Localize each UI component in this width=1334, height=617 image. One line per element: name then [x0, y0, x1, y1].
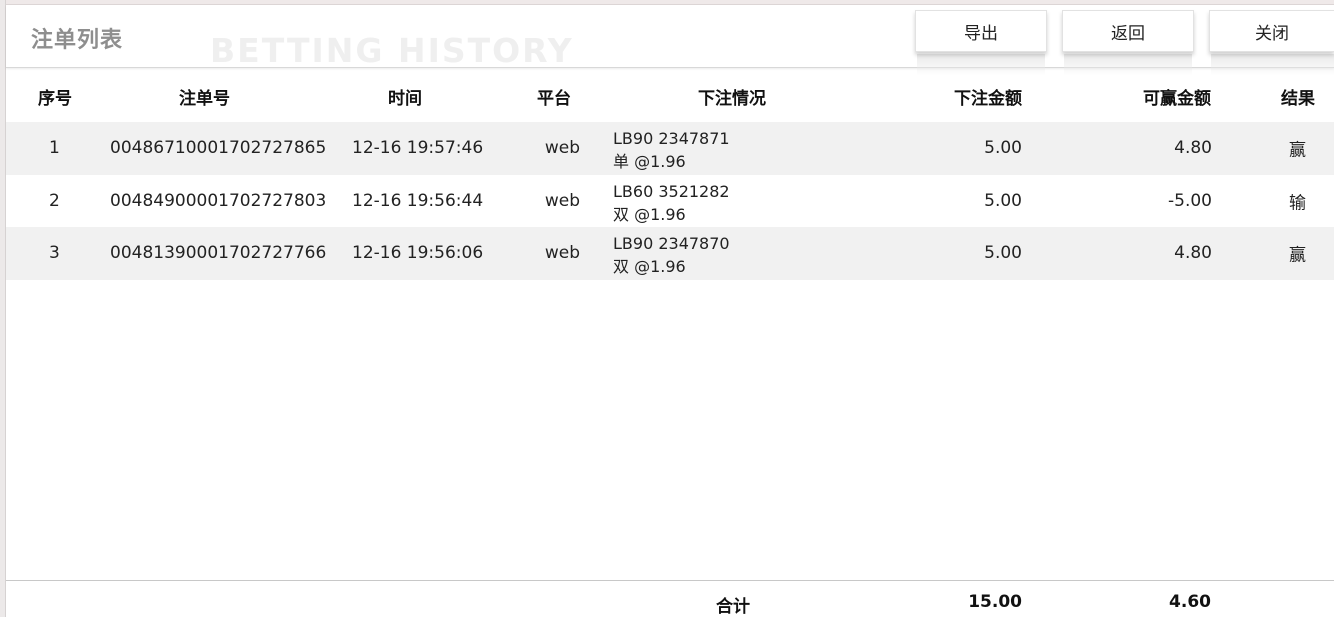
- table-row[interactable]: 2 00484900001702727803 12-16 19:56:44 we…: [6, 175, 1334, 228]
- row-bet-detail: LB90 2347871 单 @1.96: [613, 127, 730, 173]
- row-index: 3: [49, 243, 60, 264]
- row-platform: web: [544, 138, 580, 159]
- column-header-time: 时间: [388, 89, 422, 109]
- column-header-index: 序号: [38, 89, 72, 109]
- row-platform: web: [544, 190, 580, 211]
- row-bet-detail-line1: LB90 2347871: [613, 129, 730, 148]
- total-win: 4.60: [1169, 592, 1211, 612]
- table-header: 序号 注单号 时间 平台 下注情况 下注金额 可赢金额 结果: [6, 72, 1334, 120]
- table-row[interactable]: 1 00486710001702727865 12-16 19:57:46 we…: [6, 122, 1334, 175]
- row-ticket-number: 00486710001702727865: [110, 138, 327, 159]
- page-title: 注单列表: [31, 28, 124, 53]
- column-header-platform: 平台: [537, 89, 571, 109]
- row-result: 赢: [1289, 140, 1306, 161]
- row-time: 12-16 19:56:06: [352, 243, 484, 264]
- row-win-amount: 4.80: [1174, 138, 1212, 159]
- row-win-amount: 4.80: [1174, 243, 1212, 264]
- row-index: 2: [49, 190, 60, 211]
- table-footer-divider: [6, 580, 1334, 581]
- close-button[interactable]: 关闭: [1209, 10, 1334, 52]
- row-win-amount: -5.00: [1168, 190, 1212, 211]
- table-row[interactable]: 3 00481390001702727766 12-16 19:56:06 we…: [6, 227, 1334, 280]
- column-header-ticket: 注单号: [179, 89, 230, 109]
- row-bet-detail-line1: LB90 2347870: [613, 234, 730, 253]
- row-bet-detail-line2: 单 @1.96: [613, 152, 686, 171]
- row-stake: 5.00: [984, 138, 1022, 159]
- export-button[interactable]: 导出: [915, 10, 1047, 52]
- row-bet-detail-line1: LB60 3521282: [613, 181, 730, 201]
- row-index: 1: [49, 138, 60, 159]
- total-label: 合计: [716, 597, 750, 617]
- row-result: 输: [1289, 193, 1306, 214]
- table-body: 1 00486710001702727865 12-16 19:57:46 we…: [6, 122, 1334, 280]
- row-stake: 5.00: [984, 190, 1022, 211]
- row-bet-detail: LB60 3521282 双 @1.96: [613, 180, 730, 226]
- row-bet-detail-line2: 双 @1.96: [613, 204, 686, 224]
- back-button[interactable]: 返回: [1062, 10, 1194, 52]
- row-bet-detail-line2: 双 @1.96: [613, 257, 686, 276]
- row-platform: web: [544, 243, 580, 264]
- row-result: 赢: [1289, 245, 1306, 266]
- header-watermark: BETTING HISTORY: [210, 31, 574, 70]
- column-header-stake: 下注金额: [954, 89, 1022, 109]
- row-time: 12-16 19:57:46: [352, 138, 484, 159]
- row-time: 12-16 19:56:44: [352, 190, 484, 211]
- column-header-detail: 下注情况: [698, 89, 766, 109]
- total-stake: 15.00: [968, 592, 1022, 612]
- row-ticket-number: 00481390001702727766: [110, 243, 327, 264]
- column-header-win: 可赢金额: [1143, 89, 1211, 109]
- row-stake: 5.00: [984, 243, 1022, 264]
- row-bet-detail: LB90 2347870 双 @1.96: [613, 232, 730, 278]
- column-header-result: 结果: [1281, 89, 1315, 109]
- row-ticket-number: 00484900001702727803: [110, 190, 327, 211]
